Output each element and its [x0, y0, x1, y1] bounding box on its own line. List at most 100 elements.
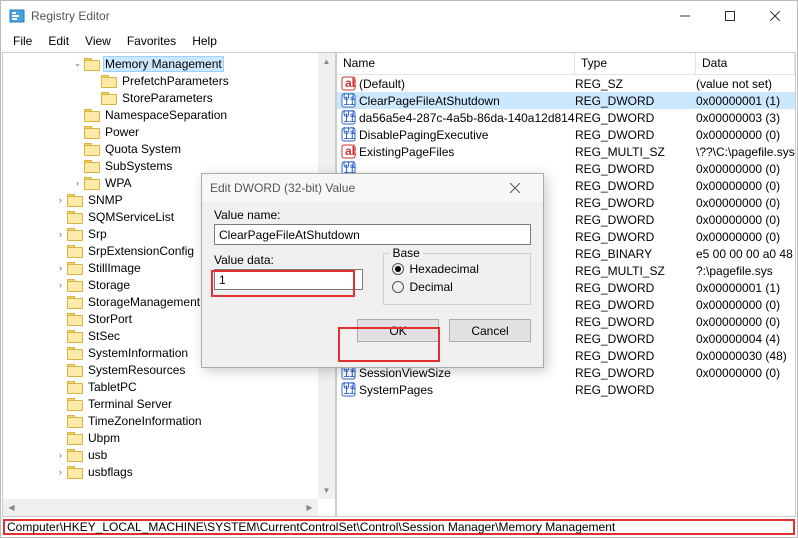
folder-icon — [67, 346, 83, 359]
tree-label: Memory Management — [103, 56, 224, 72]
folder-icon — [67, 380, 83, 393]
dialog-close-button[interactable] — [495, 175, 535, 201]
list-header[interactable]: Name Type Data — [337, 53, 795, 75]
tree-label: Power — [103, 125, 141, 139]
folder-icon — [101, 91, 117, 104]
folder-icon — [67, 465, 83, 478]
cell-data: 0x00000000 (0) — [696, 230, 795, 244]
cell-type: REG_DWORD — [575, 349, 696, 363]
menu-view[interactable]: View — [77, 32, 119, 50]
folder-icon — [67, 193, 83, 206]
cell-name: DisablePagingExecutive — [359, 128, 575, 142]
menubar: File Edit View Favorites Help — [1, 31, 797, 51]
cell-type: REG_DWORD — [575, 366, 696, 380]
cell-data: \??\C:\pagefile.sys — [696, 145, 795, 159]
base-dec-radio[interactable]: Decimal — [392, 278, 523, 296]
cell-type: REG_DWORD — [575, 111, 696, 125]
svg-text:ab: ab — [345, 144, 356, 158]
col-name[interactable]: Name — [337, 53, 575, 74]
address-path: Computer\HKEY_LOCAL_MACHINE\SYSTEM\Curre… — [7, 520, 615, 534]
cell-data: 0x00000003 (3) — [696, 111, 795, 125]
tree-node[interactable]: StoreParameters — [3, 89, 318, 106]
tree-node[interactable]: Terminal Server — [3, 395, 318, 412]
list-row[interactable]: 011110SystemPagesREG_DWORD — [337, 381, 795, 398]
string-value-icon: ab — [340, 144, 356, 160]
tree-label: usbflags — [86, 465, 135, 479]
chevron-right-icon[interactable]: › — [54, 467, 67, 477]
tree-node[interactable]: SubSystems — [3, 157, 318, 174]
chevron-right-icon[interactable]: › — [71, 178, 84, 188]
cell-type: REG_DWORD — [575, 298, 696, 312]
ok-button[interactable]: OK — [357, 319, 439, 342]
tree-label: SQMServiceList — [86, 210, 176, 224]
base-hex-radio[interactable]: Hexadecimal — [392, 260, 523, 278]
tree-node[interactable]: › usbflags — [3, 463, 318, 480]
maximize-button[interactable] — [707, 1, 752, 31]
cancel-button[interactable]: Cancel — [449, 319, 531, 342]
binary-value-icon: 011110 — [340, 382, 356, 398]
binary-value-icon: 011110 — [340, 110, 356, 126]
list-row[interactable]: abExistingPageFilesREG_MULTI_SZ\??\C:\pa… — [337, 143, 795, 160]
cell-data: 0x00000000 (0) — [696, 298, 795, 312]
chevron-right-icon[interactable]: › — [54, 450, 67, 460]
cell-data: 0x00000000 (0) — [696, 128, 795, 142]
tree-label: WPA — [103, 176, 133, 190]
list-row[interactable]: ab(Default)REG_SZ(value not set) — [337, 75, 795, 92]
status-bar: Computer\HKEY_LOCAL_MACHINE\SYSTEM\Curre… — [3, 519, 795, 535]
folder-icon — [84, 142, 100, 155]
col-data[interactable]: Data — [696, 53, 795, 74]
cell-data: 0x00000030 (48) — [696, 349, 795, 363]
list-row[interactable]: 011110da56a5e4-287c-4a5b-86da-140a12d814… — [337, 109, 795, 126]
tree-node[interactable]: ›usb — [3, 446, 318, 463]
folder-icon — [67, 227, 83, 240]
tree-node[interactable]: PrefetchParameters — [3, 72, 318, 89]
cell-data: 0x00000004 (4) — [696, 332, 795, 346]
value-name-field[interactable] — [214, 224, 531, 245]
list-row[interactable]: 011110ClearPageFileAtShutdownREG_DWORD0x… — [337, 92, 795, 109]
cell-data: 0x00000000 (0) — [696, 196, 795, 210]
cell-data: 0x00000000 (0) — [696, 162, 795, 176]
value-data-field[interactable] — [214, 269, 363, 290]
cell-type: REG_DWORD — [575, 230, 696, 244]
tree-label: StillImage — [86, 261, 143, 275]
tree-node[interactable]: TimeZoneInformation — [3, 412, 318, 429]
menu-edit[interactable]: Edit — [40, 32, 77, 50]
cell-type: REG_BINARY — [575, 247, 696, 261]
cell-data: 0x00000000 (0) — [696, 213, 795, 227]
folder-icon — [67, 210, 83, 223]
radio-dot-icon — [392, 281, 404, 293]
cell-type: REG_DWORD — [575, 162, 696, 176]
tree-label: SrpExtensionConfig — [86, 244, 196, 258]
tree-hscroll[interactable]: ◀ ▶ — [3, 499, 318, 516]
menu-help[interactable]: Help — [184, 32, 225, 50]
tree-label: Terminal Server — [86, 397, 174, 411]
tree-label: Storage — [86, 278, 132, 292]
value-data-label: Value data: — [214, 253, 363, 267]
tree-node[interactable]: Ubpm — [3, 429, 318, 446]
minimize-button[interactable] — [662, 1, 707, 31]
svg-text:110: 110 — [343, 366, 356, 380]
tree-node[interactable]: ⌄ Memory Management — [3, 55, 318, 72]
menu-file[interactable]: File — [5, 32, 40, 50]
tree-node[interactable]: NamespaceSeparation — [3, 106, 318, 123]
chevron-right-icon[interactable]: › — [54, 195, 67, 205]
close-button[interactable] — [752, 1, 797, 31]
cell-name: da56a5e4-287c-4a5b-86da-140a12d814cd — [359, 111, 575, 125]
chevron-down-icon[interactable]: ⌄ — [71, 58, 84, 69]
tree-label: Ubpm — [86, 431, 122, 445]
folder-icon — [84, 176, 100, 189]
tree-node[interactable]: Power — [3, 123, 318, 140]
chevron-right-icon[interactable]: › — [54, 280, 67, 290]
svg-text:110: 110 — [343, 94, 356, 108]
cell-type: REG_SZ — [575, 77, 696, 91]
list-row[interactable]: 011110DisablePagingExecutiveREG_DWORD0x0… — [337, 126, 795, 143]
col-type[interactable]: Type — [575, 53, 696, 74]
folder-icon — [84, 57, 100, 70]
chevron-right-icon[interactable]: › — [54, 263, 67, 273]
chevron-right-icon[interactable]: › — [54, 229, 67, 239]
menu-favorites[interactable]: Favorites — [119, 32, 184, 50]
tree-node[interactable]: Quota System — [3, 140, 318, 157]
folder-icon — [67, 295, 83, 308]
tree-node[interactable]: TabletPC — [3, 378, 318, 395]
app-icon — [9, 8, 25, 24]
